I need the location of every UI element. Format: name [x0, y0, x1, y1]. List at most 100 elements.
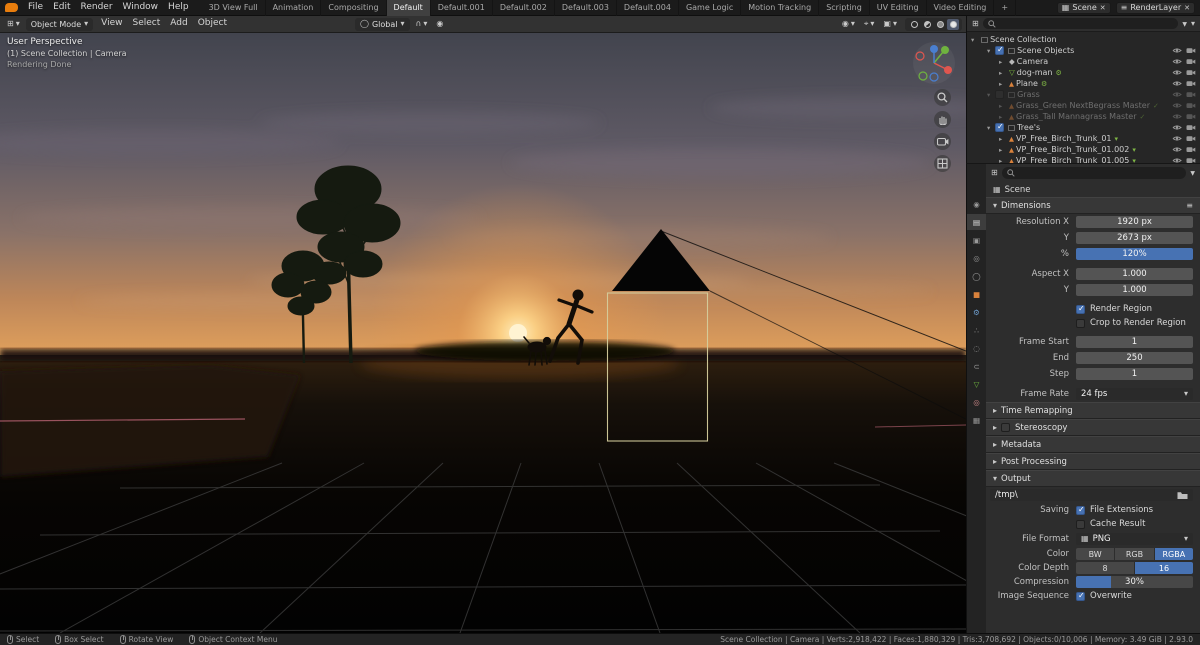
disable-in-renders-camera-icon[interactable] [1186, 124, 1196, 131]
disclosure-triangle-icon[interactable]: ▾ [987, 124, 995, 132]
viewport-menu-item[interactable]: Object [193, 16, 232, 32]
properties-tab[interactable] [967, 412, 986, 428]
number-field[interactable]: 1 [1076, 336, 1193, 348]
filter-icon[interactable] [1182, 20, 1187, 28]
properties-tab[interactable] [967, 214, 986, 230]
gizmos-dropdown[interactable] [861, 18, 878, 31]
outliner-row[interactable]: ▾ Tree's [967, 122, 1200, 133]
workspace-tab[interactable]: Default.004 [617, 0, 679, 16]
scene-selector[interactable]: Scene [1056, 1, 1111, 14]
outliner-row[interactable]: ▸ dog-man ⚙ [967, 67, 1200, 78]
outliner-row[interactable]: ▸ Grass_Tall Mannagrass Master ✓ [967, 111, 1200, 122]
hide-in-viewport-eye-icon[interactable] [1172, 80, 1182, 87]
workspace-tab[interactable]: Default.003 [555, 0, 617, 16]
zoom-button[interactable] [934, 89, 951, 106]
properties-tab[interactable] [967, 268, 986, 284]
viewport-menu-item[interactable]: Add [165, 16, 192, 32]
outliner-row[interactable]: ▸ VP_Free_Birch_Trunk_01 ▾ [967, 133, 1200, 144]
properties-tab[interactable] [967, 340, 986, 356]
number-field[interactable]: 120% [1076, 248, 1193, 260]
hide-in-viewport-eye-icon[interactable] [1172, 113, 1182, 120]
hide-in-viewport-eye-icon[interactable] [1172, 124, 1182, 131]
properties-tab[interactable] [967, 322, 986, 338]
properties-tab[interactable] [967, 232, 986, 248]
editor-type-icon[interactable] [991, 169, 998, 177]
properties-tab[interactable] [967, 196, 986, 212]
workspace-tab[interactable]: UV Editing [870, 0, 927, 16]
outliner-row[interactable]: ▸ Camera [967, 56, 1200, 67]
enum-option[interactable]: BW [1076, 548, 1115, 560]
number-field[interactable]: 1.000 [1076, 268, 1193, 280]
outliner-row[interactable]: ▸ VP_Free_Birch_Trunk_01.002 ▾ [967, 144, 1200, 155]
properties-tab[interactable] [967, 286, 986, 302]
disclosure-triangle-icon[interactable]: ▾ [987, 91, 995, 99]
workspace-tab[interactable]: + [994, 0, 1017, 16]
outliner-row[interactable]: ▸ Plane ⚙ [967, 78, 1200, 89]
disclosure-triangle-icon[interactable]: ▸ [999, 80, 1007, 88]
collection-exclude-checkbox[interactable] [995, 45, 1004, 55]
disable-in-renders-camera-icon[interactable] [1186, 58, 1196, 65]
disable-in-renders-camera-icon[interactable] [1186, 80, 1196, 87]
workspace-tab[interactable]: Default.002 [493, 0, 555, 16]
output-path-field[interactable]: /tmp\ [990, 489, 1193, 501]
workspace-tab[interactable]: Scripting [819, 0, 870, 16]
number-field[interactable]: 250 [1076, 352, 1193, 364]
editor-type-button[interactable] [4, 18, 23, 31]
frame-rate-dropdown[interactable]: 24 fps [1076, 388, 1193, 400]
disclosure-triangle-icon[interactable]: ▸ [999, 113, 1007, 121]
editor-type-icon[interactable] [972, 20, 979, 28]
outliner-row[interactable]: ▸ VP_Free_Birch_Trunk_01.005 ▾ [967, 155, 1200, 163]
hide-in-viewport-eye-icon[interactable] [1172, 47, 1182, 54]
number-field[interactable]: 2673 px [1076, 232, 1193, 244]
properties-tab[interactable] [967, 250, 986, 266]
menu-item[interactable]: Render [76, 0, 118, 16]
object-visibility-dropdown[interactable] [839, 18, 858, 31]
hide-in-viewport-eye-icon[interactable] [1172, 146, 1182, 153]
disable-in-renders-camera-icon[interactable] [1186, 91, 1196, 98]
menu-item[interactable]: Edit [48, 0, 75, 16]
checkbox[interactable] [1076, 591, 1085, 601]
panel-section-header[interactable]: Metadata [986, 436, 1200, 453]
panel-options-icon[interactable] [1186, 202, 1193, 210]
disclosure-triangle-icon[interactable]: ▸ [999, 58, 1007, 66]
snap-toggle[interactable] [413, 18, 431, 31]
disable-in-renders-camera-icon[interactable] [1186, 146, 1196, 153]
camera-view-button[interactable] [934, 133, 951, 150]
unlink-renderlayer-icon[interactable] [1184, 4, 1190, 12]
section-checkbox[interactable] [1001, 423, 1011, 432]
unlink-scene-icon[interactable] [1100, 4, 1106, 12]
disable-in-renders-camera-icon[interactable] [1186, 47, 1196, 54]
properties-search-input[interactable] [1001, 167, 1187, 179]
collection-exclude-checkbox[interactable] [995, 122, 1004, 132]
number-field[interactable]: 1 [1076, 368, 1193, 380]
workspace-tab[interactable]: Default [386, 0, 431, 16]
viewport-canvas[interactable]: User Perspective (1) Scene Collection | … [0, 33, 966, 633]
outliner-row-scene-collection[interactable]: ▾ Scene Collection [967, 34, 1200, 45]
disclosure-triangle-icon[interactable]: ▸ [999, 69, 1007, 77]
enum-option[interactable]: RGBA [1154, 548, 1193, 560]
disclosure-triangle-icon[interactable]: ▾ [971, 36, 979, 44]
section-output[interactable]: Output [986, 470, 1200, 487]
proportional-editing-toggle[interactable] [433, 18, 446, 31]
properties-tab[interactable] [967, 394, 986, 410]
workspace-tab[interactable]: Game Logic [679, 0, 742, 16]
blender-logo-icon[interactable] [5, 3, 18, 12]
properties-tab[interactable] [967, 358, 986, 374]
chevron-down-icon[interactable] [1191, 20, 1195, 28]
shading-wireframe-button[interactable] [908, 19, 920, 30]
shading-solid-button[interactable] [921, 19, 933, 30]
checkbox[interactable] [1076, 505, 1085, 515]
workspace-tab[interactable]: Motion Tracking [741, 0, 820, 16]
disclosure-triangle-icon[interactable]: ▾ [987, 47, 995, 55]
properties-tab[interactable] [967, 304, 986, 320]
disable-in-renders-camera-icon[interactable] [1186, 135, 1196, 142]
perspective-toggle-button[interactable] [934, 155, 951, 172]
disclosure-triangle-icon[interactable]: ▸ [999, 146, 1007, 154]
mode-dropdown[interactable]: Object Mode [25, 17, 94, 31]
outliner-row[interactable]: ▾ Grass [967, 89, 1200, 100]
outliner-row[interactable]: ▾ Scene Objects [967, 45, 1200, 56]
navigation-gizmo[interactable] [912, 41, 956, 88]
hide-in-viewport-eye-icon[interactable] [1172, 58, 1182, 65]
properties-tab[interactable] [967, 376, 986, 392]
hide-in-viewport-eye-icon[interactable] [1172, 91, 1182, 98]
